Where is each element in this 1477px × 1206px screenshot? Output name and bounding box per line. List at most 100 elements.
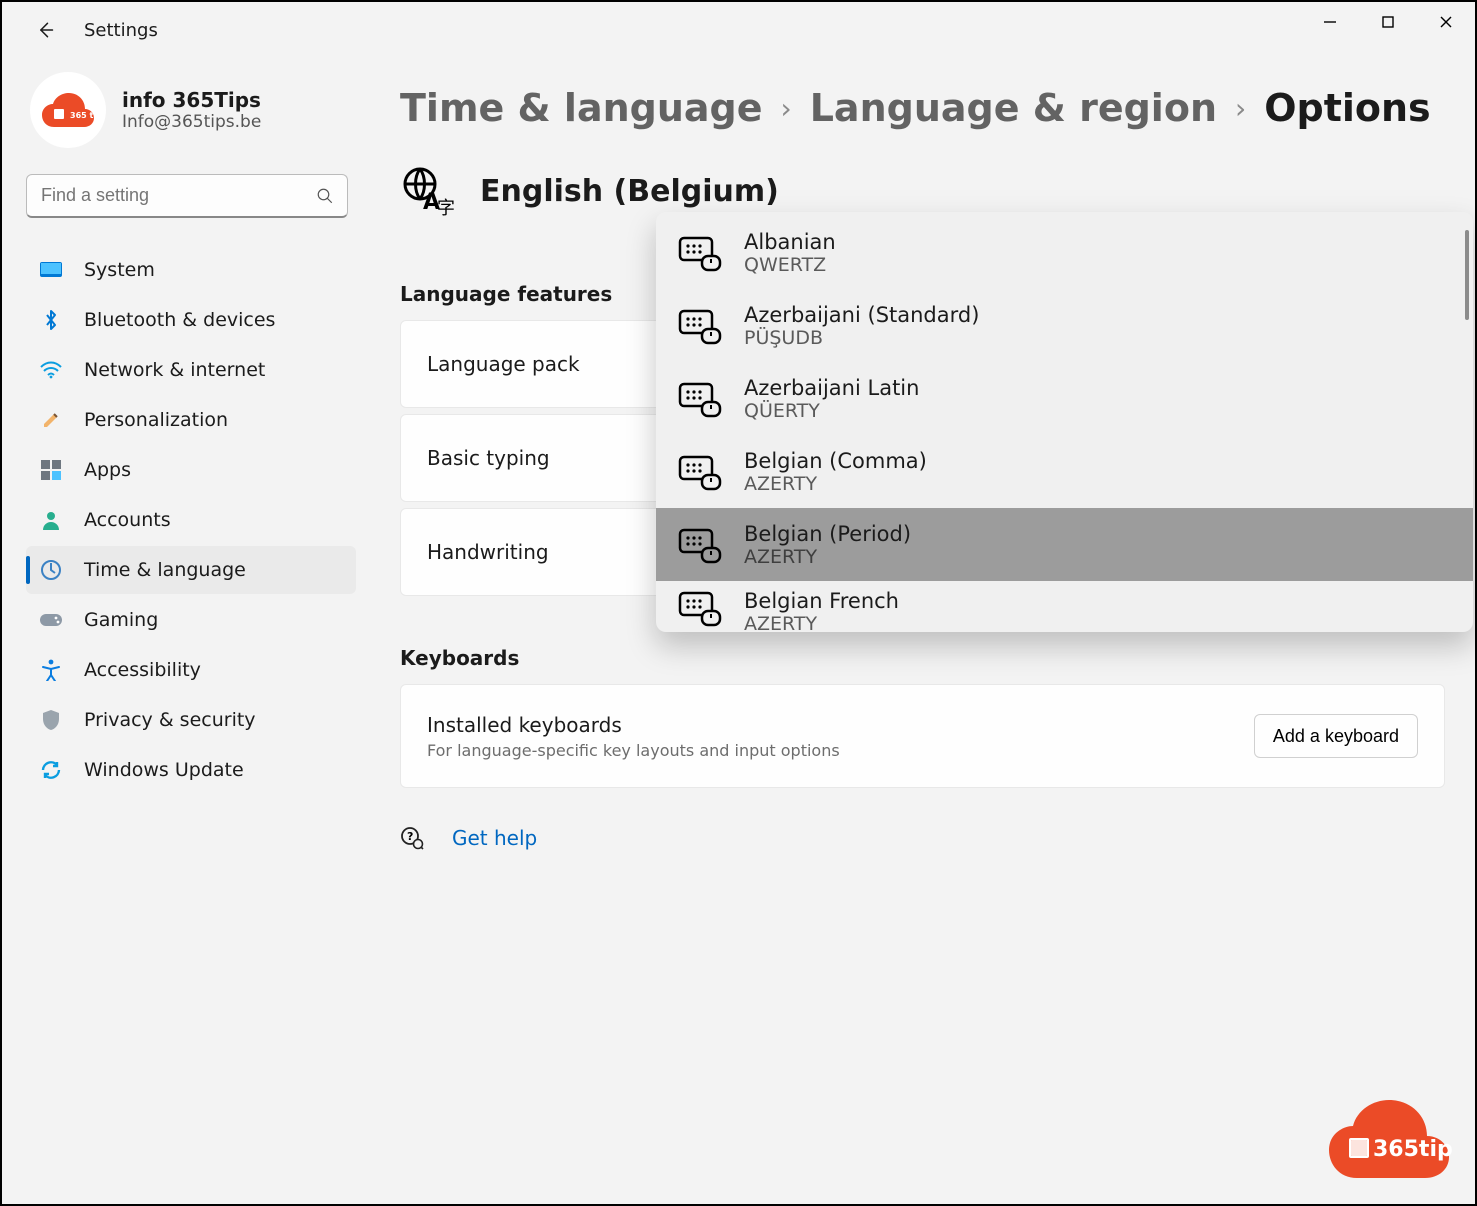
window-caption: Settings xyxy=(84,20,158,41)
person-icon xyxy=(38,510,64,530)
dropdown-item[interactable]: Belgian (Comma) AZERTY xyxy=(656,435,1473,508)
sidebar-item-label: Time & language xyxy=(84,559,246,581)
sidebar-item-time-language[interactable]: Time & language xyxy=(26,546,356,594)
section-title-keyboards: Keyboards xyxy=(400,646,1445,670)
search-container xyxy=(26,174,348,218)
sidebar-item-label: Apps xyxy=(84,459,131,481)
svg-text:365 tips: 365 tips xyxy=(70,111,96,120)
system-icon xyxy=(38,261,64,279)
sidebar-item-label: Accounts xyxy=(84,509,171,531)
get-help-link[interactable]: Get help xyxy=(452,826,537,850)
sidebar-item-network[interactable]: Network & internet xyxy=(26,346,356,394)
sidebar: 365 tips info 365Tips Info@365tips.be Sy… xyxy=(2,58,372,1204)
sidebar-item-personalization[interactable]: Personalization xyxy=(26,396,356,444)
sidebar-item-label: Bluetooth & devices xyxy=(84,309,275,331)
sidebar-item-accessibility[interactable]: Accessibility xyxy=(26,646,356,694)
search-input[interactable] xyxy=(26,174,348,218)
keyboard-icon xyxy=(678,234,722,272)
keyboard-icon xyxy=(678,307,722,345)
keyboard-layout-dropdown[interactable]: Albanian QWERTZ Azerbaijani (Standard) P… xyxy=(656,212,1473,632)
bluetooth-icon xyxy=(38,309,64,331)
account-name: info 365Tips xyxy=(122,88,261,112)
accessibility-icon xyxy=(38,659,64,681)
sidebar-item-label: Gaming xyxy=(84,609,158,631)
account-block[interactable]: 365 tips info 365Tips Info@365tips.be xyxy=(26,72,356,148)
sidebar-item-label: Personalization xyxy=(84,409,228,431)
card-label: Language pack xyxy=(427,352,580,376)
sidebar-item-label: Accessibility xyxy=(84,659,201,681)
avatar: 365 tips xyxy=(30,72,106,148)
breadcrumb-part[interactable]: Time & language xyxy=(400,86,763,130)
watermark-logo: 365tips xyxy=(1325,1096,1453,1182)
keyboard-icon xyxy=(678,380,722,418)
add-keyboard-button[interactable]: Add a keyboard xyxy=(1254,714,1418,758)
svg-text:365tips: 365tips xyxy=(1373,1137,1453,1162)
language-name: English (Belgium) xyxy=(480,174,779,209)
dropdown-item-layout: AZERTY xyxy=(744,473,927,495)
sidebar-item-system[interactable]: System xyxy=(26,246,356,294)
chevron-right-icon: › xyxy=(1235,92,1246,125)
account-email: Info@365tips.be xyxy=(122,112,261,132)
dropdown-item[interactable]: Albanian QWERTZ xyxy=(656,216,1473,289)
language-globe-icon: A字 xyxy=(400,164,454,218)
dropdown-item[interactable]: Azerbaijani (Standard) PÜŞUDB xyxy=(656,289,1473,362)
sidebar-item-privacy[interactable]: Privacy & security xyxy=(26,696,356,744)
dropdown-item-name: Azerbaijani Latin xyxy=(744,376,919,400)
dropdown-item-name: Belgian (Comma) xyxy=(744,449,927,473)
svg-text:?: ? xyxy=(407,830,413,843)
dropdown-item[interactable]: Belgian French AZERTY xyxy=(656,581,1473,631)
sidebar-item-apps[interactable]: Apps xyxy=(26,446,356,494)
sidebar-item-gaming[interactable]: Gaming xyxy=(26,596,356,644)
gamepad-icon xyxy=(38,612,64,628)
maximize-button[interactable] xyxy=(1359,2,1417,42)
sidebar-item-bluetooth[interactable]: Bluetooth & devices xyxy=(26,296,356,344)
dropdown-item-layout: AZERTY xyxy=(744,546,911,568)
dropdown-item-layout: QWERTZ xyxy=(744,254,836,276)
dropdown-item[interactable]: Azerbaijani Latin QÜERTY xyxy=(656,362,1473,435)
wifi-icon xyxy=(38,361,64,379)
language-header: A字 English (Belgium) xyxy=(400,164,1445,218)
back-button[interactable] xyxy=(28,13,62,47)
update-icon xyxy=(38,759,64,781)
window-controls xyxy=(1301,2,1475,42)
search-icon xyxy=(316,187,334,205)
breadcrumb-current: Options xyxy=(1264,86,1430,130)
dropdown-item-layout: PÜŞUDB xyxy=(744,327,979,349)
sidebar-item-accounts[interactable]: Accounts xyxy=(26,496,356,544)
sidebar-item-label: Windows Update xyxy=(84,759,244,781)
keyboard-icon xyxy=(678,453,722,491)
keyboard-icon xyxy=(678,526,722,564)
keyboard-icon xyxy=(678,589,722,627)
globe-clock-icon xyxy=(38,559,64,581)
svg-text:字: 字 xyxy=(437,198,454,218)
sidebar-nav: System Bluetooth & devices Network & int… xyxy=(26,246,356,794)
titlebar: Settings xyxy=(2,2,1475,58)
dropdown-item-name: Belgian French xyxy=(744,589,899,613)
dropdown-item-layout: QÜERTY xyxy=(744,400,919,422)
dropdown-item[interactable]: Belgian (Period) AZERTY xyxy=(656,508,1473,581)
help-row: ? Get help xyxy=(400,826,1445,850)
paintbrush-icon xyxy=(38,409,64,431)
chevron-right-icon: › xyxy=(781,92,792,125)
dropdown-item-name: Azerbaijani (Standard) xyxy=(744,303,979,327)
installed-keyboards-card: Installed keyboards For language-specifi… xyxy=(400,684,1445,788)
dropdown-item-name: Albanian xyxy=(744,230,836,254)
breadcrumb: Time & language › Language & region › Op… xyxy=(400,86,1445,130)
help-icon: ? xyxy=(400,826,424,850)
apps-icon xyxy=(38,460,64,480)
sidebar-item-label: Privacy & security xyxy=(84,709,256,731)
installed-keyboards-title: Installed keyboards xyxy=(427,713,840,737)
sidebar-item-windows-update[interactable]: Windows Update xyxy=(26,746,356,794)
breadcrumb-part[interactable]: Language & region xyxy=(810,86,1217,130)
shield-icon xyxy=(38,709,64,731)
card-label: Basic typing xyxy=(427,446,550,470)
sidebar-item-label: Network & internet xyxy=(84,359,265,381)
sidebar-item-label: System xyxy=(84,259,155,281)
cloud-logo-icon: 365 tips xyxy=(40,91,96,129)
dropdown-item-layout: AZERTY xyxy=(744,613,899,632)
close-button[interactable] xyxy=(1417,2,1475,42)
dropdown-scrollbar[interactable] xyxy=(1465,230,1469,320)
installed-keyboards-sub: For language-specific key layouts and in… xyxy=(427,741,840,760)
minimize-button[interactable] xyxy=(1301,2,1359,42)
card-label: Handwriting xyxy=(427,540,549,564)
